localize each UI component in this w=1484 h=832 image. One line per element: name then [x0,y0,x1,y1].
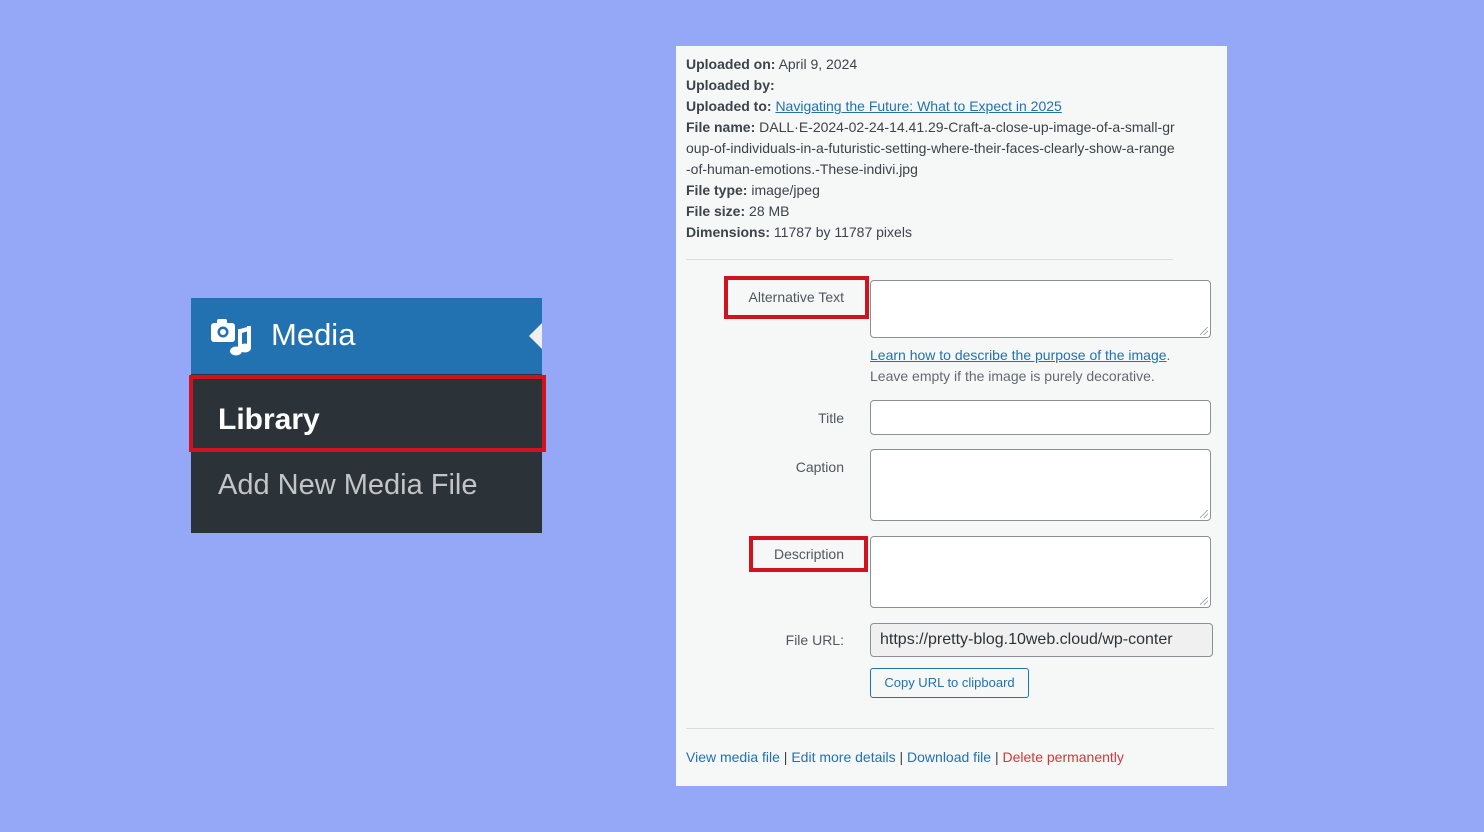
menu-item-add-new-media-file[interactable]: Add New Media File [191,460,542,510]
uploaded-to-label: Uploaded to: [686,98,772,114]
delete-permanently-link[interactable]: Delete permanently [1003,749,1124,765]
uploaded-to-row: Uploaded to: Navigating the Future: What… [686,96,1186,117]
dimensions-value: 11787 by 11787 pixels [773,224,912,240]
file-size-value: 28 MB [749,203,790,219]
caption-label: Caption [795,459,844,475]
file-url-label: File URL: [785,632,844,648]
copy-url-button[interactable]: Copy URL to clipboard [870,668,1029,698]
file-name-label: File name: [686,119,756,135]
attachment-details-panel: Uploaded on: April 9, 2024 Uploaded by: … [676,46,1227,786]
file-type-value: image/jpeg [751,182,820,198]
actions-separator: | [899,749,904,765]
uploaded-to-link[interactable]: Navigating the Future: What to Expect in… [775,98,1061,114]
actions-separator: | [783,749,788,765]
dimensions-label: Dimensions: [686,224,771,240]
menu-item-add-new-label: Add New Media File [218,469,478,501]
download-file-link[interactable]: Download file [907,749,991,765]
file-type-label: File type: [686,182,748,198]
alt-text-help: Learn how to describe the purpose of the… [870,345,1210,387]
metadata-divider [686,259,1173,260]
uploaded-on-label: Uploaded on: [686,56,776,72]
file-name-row: File name: DALL·E-2024-02-24-14.41.29-Cr… [686,117,1176,180]
file-size-label: File size: [686,203,746,219]
edit-more-details-link[interactable]: Edit more details [791,749,895,765]
file-metadata: Uploaded on: April 9, 2024 Uploaded by: … [686,54,1186,243]
file-url-input[interactable]: https://pretty-blog.10web.cloud/wp-conte… [870,623,1213,657]
file-name-value: DALL·E-2024-02-24-14.41.29-Craft-a-close… [686,119,1175,177]
attachment-actions: View media file | Edit more details | Do… [686,747,1124,767]
description-label: Description [773,546,844,562]
actions-separator: | [994,749,999,765]
alt-text-help-period: . [1166,347,1171,363]
dimensions-row: Dimensions: 11787 by 11787 pixels [686,222,1186,243]
uploaded-by-row: Uploaded by: [686,75,1186,96]
title-input[interactable] [870,400,1211,435]
uploaded-by-label: Uploaded by: [686,77,775,93]
media-menu-title: Media [271,317,356,352]
media-icon [211,319,251,356]
uploaded-on-value: April 9, 2024 [778,56,858,72]
title-label: Title [818,410,844,426]
actions-divider [686,728,1214,729]
file-size-row: File size: 28 MB [686,201,1186,222]
view-media-file-link[interactable]: View media file [686,749,780,765]
menu-item-library[interactable]: Library [191,376,542,448]
alt-text-input[interactable] [870,280,1211,338]
menu-item-library-label: Library [218,403,320,436]
file-type-row: File type: image/jpeg [686,180,1186,201]
caption-input[interactable] [870,449,1211,521]
description-input[interactable] [870,536,1211,608]
alt-text-help-link[interactable]: Learn how to describe the purpose of the… [870,347,1167,363]
alt-text-label: Alternative Text [748,289,844,305]
media-menu-header[interactable]: Media [191,298,542,374]
media-admin-menu: Media Library Add New Media File [191,298,542,533]
uploaded-on-row: Uploaded on: April 9, 2024 [686,54,1186,75]
current-menu-arrow-icon [529,323,542,349]
alt-text-help-note: Leave empty if the image is purely decor… [870,368,1155,384]
